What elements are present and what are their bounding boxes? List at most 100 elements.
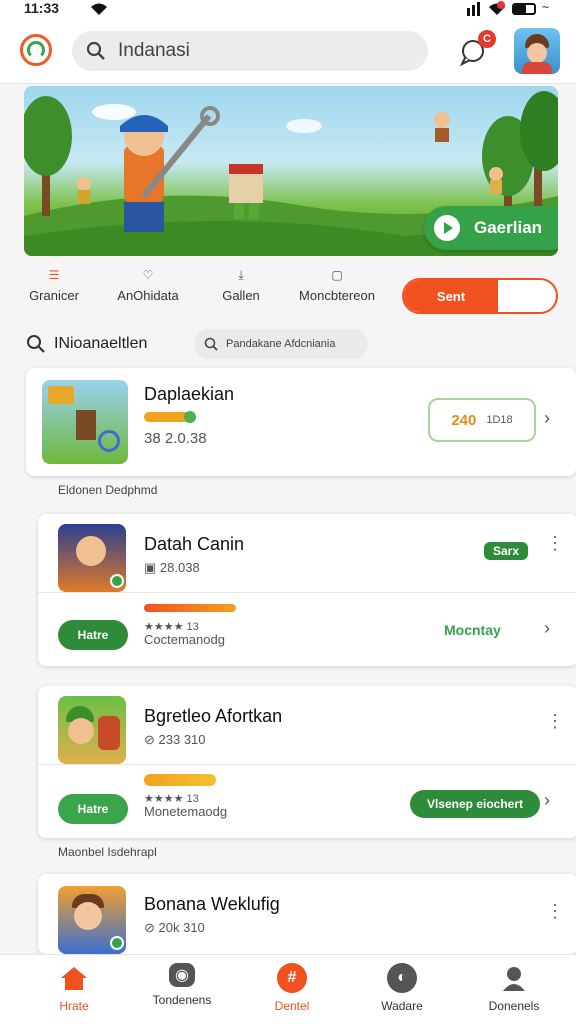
profile-icon <box>499 963 529 993</box>
top-bar: Indanasi C <box>0 20 576 84</box>
list-item[interactable]: Bgretleo Afortkan ⊘ 233 310 ⋮ ★★★★ 13 Mo… <box>38 686 576 838</box>
search-icon <box>27 335 45 353</box>
nav-item-dentel[interactable]: # Dentel <box>252 955 332 1013</box>
category-tabs: ☰ Granicer ♡ AnOhidata ⤓ Gallen ▢ Moncbt… <box>0 268 576 318</box>
filter-chip-label: Pandakane Afdcniania <box>226 338 336 350</box>
hashtag-icon: # <box>277 963 307 993</box>
banner-cta-label: Gaerlian <box>474 218 543 237</box>
filter-chip[interactable]: Pandakane Afdcniania <box>194 329 368 359</box>
nav-label: Donenels <box>488 999 540 1013</box>
list-item[interactable]: Daplaekian 38 2.0.38 240 1D18 › <box>26 368 576 476</box>
more-icon[interactable]: ⋮ <box>546 712 564 730</box>
play-icon <box>434 215 460 241</box>
section-label: Maonbel Isdehrapl <box>58 845 157 859</box>
play-button[interactable]: Hatre <box>58 794 128 824</box>
camera-icon: ◉ <box>169 963 195 987</box>
tab-label: Moncbtereon <box>299 288 375 303</box>
list-item[interactable]: Bonana Weklufig ⊘ 20k 310 ⋮ <box>38 874 576 954</box>
avatar[interactable] <box>514 28 560 74</box>
nav-item-camera[interactable]: ◉ Tondenens <box>142 955 222 1007</box>
nav-label: Dentel <box>274 999 310 1013</box>
divider <box>38 592 576 593</box>
status-extra: ~ <box>542 0 550 14</box>
battery-icon <box>512 3 536 15</box>
toggle-active-label: Sent <box>404 280 498 312</box>
action-button[interactable]: Vlsenep eiochert <box>410 790 540 818</box>
globe-icon: ◐ <box>387 963 417 993</box>
tab-granicer[interactable]: ☰ Granicer <box>18 268 90 303</box>
status-badge: Sarx <box>484 542 528 560</box>
nav-label: Hrate <box>59 999 89 1013</box>
filter-search[interactable]: INioanaeltlen <box>26 334 147 354</box>
score-sub: 1D18 <box>486 414 513 426</box>
promo-banner[interactable]: Gaerlian <box>24 86 558 256</box>
section-label: Eldonen Dedphmd <box>58 483 158 497</box>
app-logo-icon[interactable] <box>20 34 52 66</box>
tab-moncbtereon[interactable]: ▢ Moncbtereon <box>292 268 382 303</box>
list-item[interactable]: Datah Canin ▣ 28.038 Sarx ⋮ ★★★★ 13 Coct… <box>38 514 576 666</box>
tab-label: Gallen <box>222 288 260 303</box>
chat-button[interactable]: C <box>459 30 496 67</box>
bottom-nav: Hrate ◉ Tondenens # Dentel ◐ Wadare Done… <box>0 954 576 1024</box>
sent-toggle[interactable]: Sent <box>402 278 558 314</box>
nav-item-home[interactable]: Hrate <box>34 955 114 1013</box>
status-dot <box>497 1 505 9</box>
progress-bar <box>144 604 236 612</box>
download-icon: ⤓ <box>238 268 244 282</box>
search-input[interactable]: Indanasi <box>72 31 428 71</box>
signal-icon <box>467 2 480 16</box>
game-thumbnail <box>58 886 126 954</box>
card-meta-value: 233 310 <box>158 732 206 747</box>
calendar-icon: ▣ <box>144 560 160 575</box>
chevron-right-icon[interactable]: › <box>544 790 550 811</box>
search-icon-small <box>204 337 218 351</box>
score-badge[interactable]: 240 1D18 <box>428 398 536 442</box>
link-icon: ⊘ <box>144 920 159 935</box>
tab-label: AnOhidata <box>117 288 179 303</box>
search-icon <box>86 41 105 60</box>
notification-badge: C <box>478 30 496 48</box>
card-subtitle: Monetemaodg <box>144 804 228 819</box>
play-button-label: Hatre <box>77 628 109 642</box>
home-icon <box>59 963 89 993</box>
nav-item-profile[interactable]: Donenels <box>474 955 554 1013</box>
heart-icon: ♡ <box>142 268 154 282</box>
game-thumbnail <box>42 380 128 464</box>
more-icon[interactable]: ⋮ <box>546 534 564 552</box>
chevron-right-icon[interactable]: › <box>544 408 550 429</box>
card-title: Bonana Weklufig <box>144 894 280 914</box>
nav-item-globe[interactable]: ◐ Wadare <box>362 955 442 1013</box>
menu-icon: ☰ <box>48 268 60 282</box>
filter-label: INioanaeltlen <box>54 335 148 352</box>
chevron-right-icon[interactable]: › <box>544 618 550 639</box>
status-time: 11:33 <box>24 0 60 16</box>
status-bar: 11:33 ~ <box>0 0 576 20</box>
tag-icon: ▢ <box>331 268 343 282</box>
play-button-label: Hatre <box>77 802 109 816</box>
banner-cta-button[interactable]: Gaerlian <box>424 206 558 250</box>
nav-label: Tondenens <box>152 993 212 1007</box>
search-value: Indanasi <box>118 40 190 61</box>
card-meta: ⊘ 233 310 <box>144 732 206 748</box>
more-icon[interactable]: ⋮ <box>546 902 564 920</box>
tab-gallen[interactable]: ⤓ Gallen <box>210 268 272 303</box>
tab-anohidata[interactable]: ♡ AnOhidata <box>108 268 188 303</box>
play-button[interactable]: Hatre <box>58 620 128 650</box>
game-thumbnail <box>58 524 126 592</box>
game-thumbnail <box>58 696 126 764</box>
progress-bar <box>144 774 216 786</box>
action-button-label: Vlsenep eiochert <box>426 797 524 811</box>
link-icon: ⊘ <box>144 732 159 747</box>
card-meta-value: 20k 310 <box>158 920 205 935</box>
card-title: Daplaekian <box>144 384 235 404</box>
card-meta: 38 2.0.38 <box>144 430 207 447</box>
divider <box>38 764 576 765</box>
rating-bar <box>144 411 196 423</box>
card-title: Bgretleo Afortkan <box>144 706 283 726</box>
card-title: Datah Canin <box>144 534 245 554</box>
card-meta: ⊘ 20k 310 <box>144 920 205 936</box>
card-link[interactable]: Mocntay <box>444 622 501 638</box>
card-meta-value: 28.038 <box>159 560 200 575</box>
card-subtitle: Coctemanodg <box>144 632 225 647</box>
wifi-icon <box>91 3 107 15</box>
